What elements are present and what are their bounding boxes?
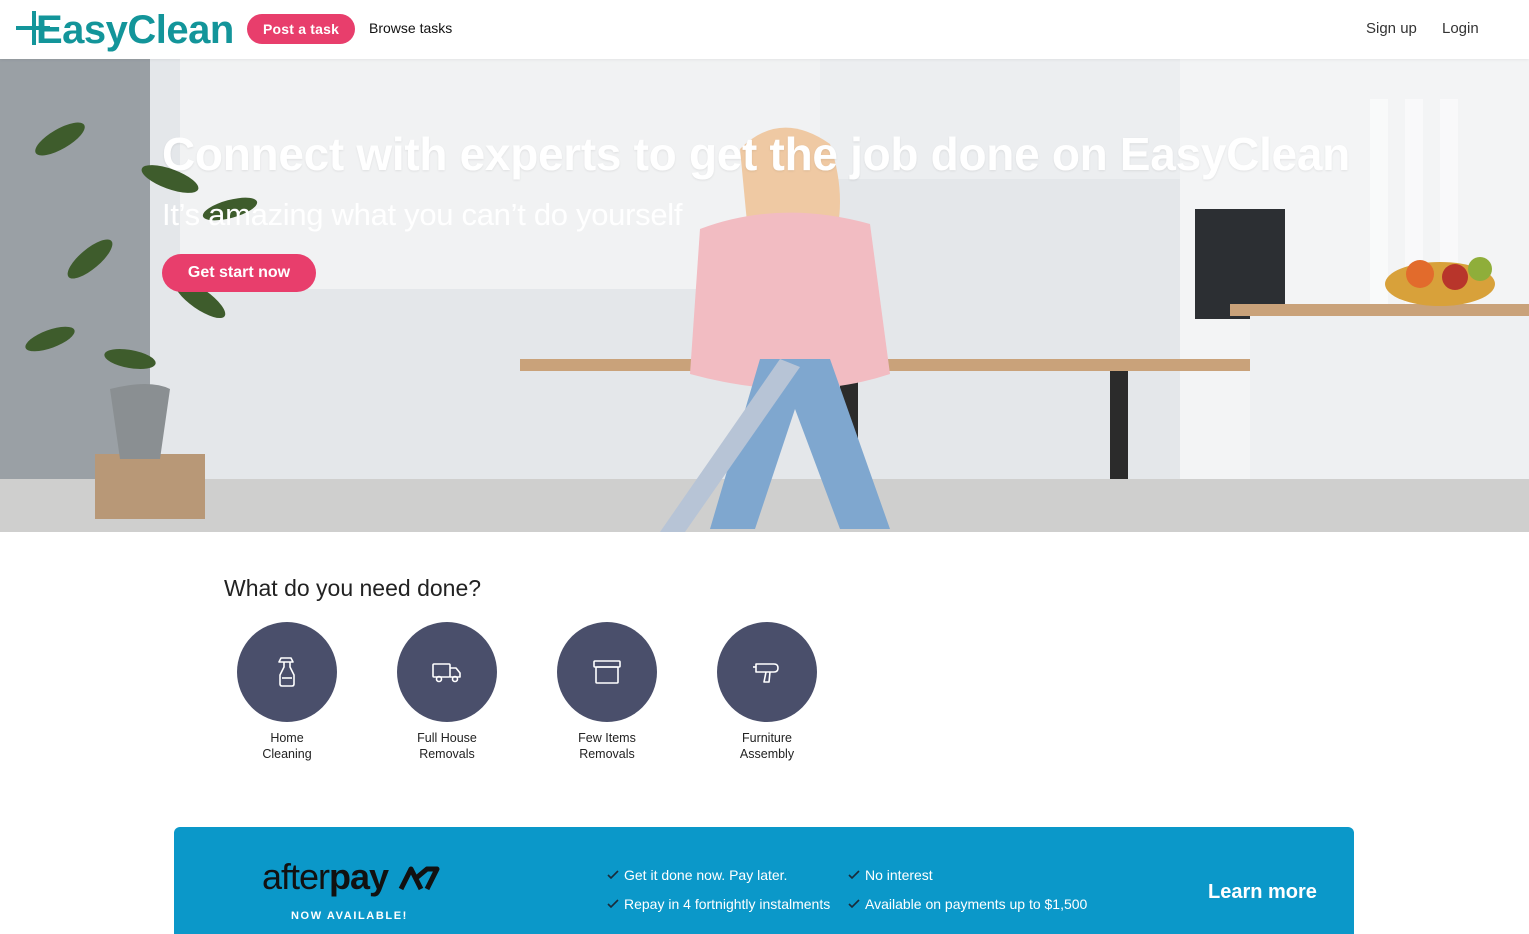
easyclean-logo[interactable]: EasyClean	[16, 6, 234, 52]
logo-text: EasyClean	[36, 8, 234, 52]
browse-tasks-link[interactable]: Browse tasks	[369, 20, 452, 36]
check-icon	[607, 870, 619, 880]
service-circle[interactable]	[397, 622, 497, 722]
service-label: Full House Removals	[417, 731, 477, 761]
service-circle[interactable]	[557, 622, 657, 722]
truck-icon	[432, 663, 461, 683]
afterpay-banner: afterpay NOW AVAILABLE! Get it done now.…	[174, 827, 1354, 934]
service-label: Furniture Assembly	[739, 731, 795, 761]
service-circle[interactable]	[717, 622, 817, 722]
check-icon	[607, 899, 619, 909]
service-few-items-removals[interactable]: Few Items Removals	[557, 622, 657, 762]
check-icon	[848, 899, 860, 909]
hero-banner: Connect with experts to get the job done…	[0, 59, 1529, 532]
learn-more-link[interactable]: Learn more	[1208, 881, 1317, 904]
service-label: Few Items Removals	[578, 731, 636, 761]
top-nav: EasyClean Post a task Browse tasks Sign …	[0, 0, 1529, 59]
service-home-cleaning[interactable]: Home Cleaning	[237, 622, 337, 762]
login-link[interactable]: Login	[1442, 20, 1479, 37]
sign-up-link[interactable]: Sign up	[1366, 20, 1417, 37]
post-task-button[interactable]: Post a task	[247, 14, 356, 44]
afterpay-feature: Available on payments up to $1,500	[847, 896, 1087, 912]
service-furniture-assembly[interactable]: Furniture Assembly	[717, 622, 817, 762]
service-circle[interactable]	[237, 622, 337, 722]
hero-subtitle: It’s amazing what you can’t do yourself	[162, 197, 683, 232]
services-heading: What do you need done?	[224, 575, 482, 601]
spray-bottle-icon	[278, 657, 295, 687]
box-icon	[593, 660, 621, 684]
afterpay-arrows-icon	[398, 866, 440, 891]
get-started-button[interactable]: Get start now	[162, 254, 316, 292]
afterpay-available-text: NOW AVAILABLE!	[291, 910, 408, 922]
service-full-house-removals[interactable]: Full House Removals	[397, 622, 497, 762]
check-icon	[848, 870, 860, 880]
afterpay-feature: Repay in 4 fortnightly instalments	[606, 896, 830, 912]
service-label: Home Cleaning	[262, 731, 312, 761]
drill-icon	[753, 663, 779, 683]
afterpay-logo: afterpay	[262, 859, 441, 895]
afterpay-feature: Get it done now. Pay later.	[606, 867, 787, 883]
hero-title: Connect with experts to get the job done…	[162, 128, 1350, 180]
afterpay-feature: No interest	[847, 867, 933, 883]
